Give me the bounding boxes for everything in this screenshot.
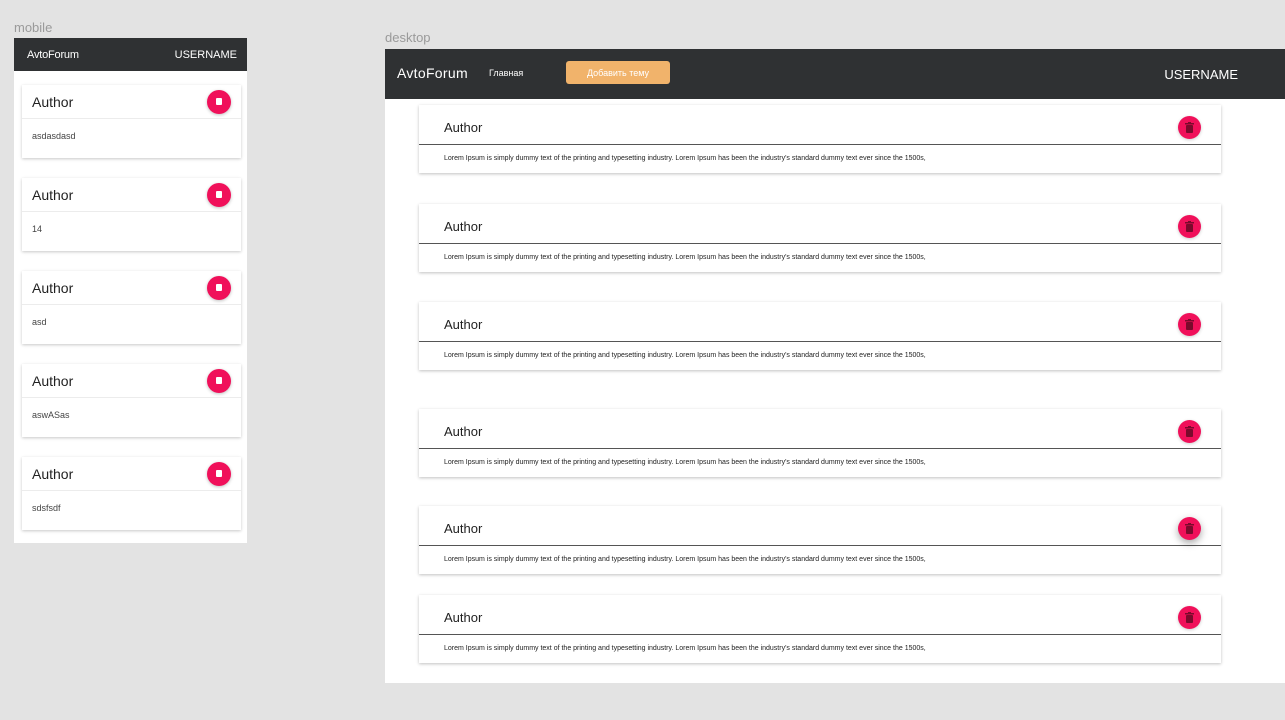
desktop-brand-logo[interactable]: AvtoForum	[397, 65, 468, 81]
mobile-post-header: Author	[22, 85, 241, 119]
mobile-frame: AvtoForum USERNAME Author asdasdasd Auth…	[14, 38, 247, 543]
desktop-post-card: Author Lorem Ipsum is simply dummy text …	[419, 105, 1221, 173]
delete-post-button[interactable]	[207, 275, 231, 300]
mobile-frame-label: mobile	[14, 20, 53, 35]
desktop-username[interactable]: USERNAME	[1164, 67, 1238, 82]
trash-icon	[1185, 319, 1194, 330]
post-text: asd	[32, 317, 47, 327]
desktop-post-header: Author	[419, 409, 1221, 449]
post-author: Author	[444, 610, 483, 625]
post-text: aswASas	[32, 410, 70, 420]
desktop-frame-label: desktop	[385, 30, 431, 45]
delete-post-button[interactable]	[207, 461, 231, 486]
delete-post-button[interactable]	[1178, 420, 1201, 443]
post-text: Lorem Ipsum is simply dummy text of the …	[444, 645, 926, 652]
delete-post-button[interactable]	[207, 182, 231, 207]
delete-post-button[interactable]	[1178, 116, 1201, 139]
desktop-frame: AvtoForum Главная Добавить тему USERNAME…	[385, 49, 1285, 683]
mobile-post-header: Author	[22, 178, 241, 212]
post-text: 14	[32, 224, 43, 234]
mobile-post-card: Author asd	[22, 271, 241, 344]
desktop-post-header: Author	[419, 302, 1221, 342]
trash-icon	[216, 377, 222, 384]
mobile-post-header: Author	[22, 271, 241, 305]
desktop-post-header: Author	[419, 105, 1221, 145]
mobile-header: AvtoForum USERNAME	[14, 38, 247, 71]
trash-icon	[216, 470, 222, 477]
post-author: Author	[32, 465, 74, 482]
trash-icon	[1185, 122, 1194, 133]
post-author: Author	[444, 317, 483, 332]
desktop-post-header: Author	[419, 506, 1221, 546]
trash-icon	[1185, 221, 1194, 232]
desktop-post-card: Author Lorem Ipsum is simply dummy text …	[419, 409, 1221, 477]
mobile-post-card: Author aswASas	[22, 364, 241, 437]
mobile-post-card: Author 14	[22, 178, 241, 251]
desktop-post-card: Author Lorem Ipsum is simply dummy text …	[419, 506, 1221, 574]
mobile-username[interactable]: USERNAME	[175, 49, 237, 61]
post-text: Lorem Ipsum is simply dummy text of the …	[444, 459, 926, 466]
trash-icon	[1185, 426, 1194, 437]
add-topic-button[interactable]: Добавить тему	[566, 61, 670, 84]
mobile-post-header: Author	[22, 364, 241, 398]
post-text: Lorem Ipsum is simply dummy text of the …	[444, 155, 926, 162]
mobile-post-header: Author	[22, 457, 241, 491]
post-author: Author	[444, 424, 483, 439]
trash-icon	[1185, 612, 1194, 623]
post-text: Lorem Ipsum is simply dummy text of the …	[444, 352, 926, 359]
mobile-post-card: Author sdsfsdf	[22, 457, 241, 530]
nav-link-main[interactable]: Главная	[489, 68, 523, 78]
mobile-post-list: Author asdasdasd Author 14 Author asd Au…	[14, 71, 247, 530]
post-author: Author	[32, 279, 74, 296]
mobile-brand-logo[interactable]: AvtoForum	[27, 49, 79, 61]
trash-icon	[216, 284, 222, 291]
delete-post-button[interactable]	[207, 368, 231, 393]
desktop-post-card: Author Lorem Ipsum is simply dummy text …	[419, 302, 1221, 370]
delete-post-button[interactable]	[1178, 606, 1201, 629]
desktop-header: AvtoForum Главная Добавить тему USERNAME	[385, 49, 1285, 99]
post-author: Author	[32, 186, 74, 203]
desktop-post-header: Author	[419, 595, 1221, 635]
post-author: Author	[32, 372, 74, 389]
post-text: asdasdasd	[32, 131, 76, 141]
desktop-post-card: Author Lorem Ipsum is simply dummy text …	[419, 595, 1221, 663]
post-author: Author	[444, 120, 483, 135]
post-text: Lorem Ipsum is simply dummy text of the …	[444, 254, 926, 261]
desktop-post-card: Author Lorem Ipsum is simply dummy text …	[419, 204, 1221, 272]
trash-icon	[216, 98, 222, 105]
desktop-post-header: Author	[419, 204, 1221, 244]
delete-post-button[interactable]	[1178, 215, 1201, 238]
delete-post-button[interactable]	[207, 89, 231, 114]
trash-icon	[1185, 523, 1194, 534]
delete-post-button[interactable]	[1178, 517, 1201, 540]
post-author: Author	[444, 219, 483, 234]
trash-icon	[216, 191, 222, 198]
post-text: Lorem Ipsum is simply dummy text of the …	[444, 556, 926, 563]
post-author: Author	[32, 93, 74, 110]
post-text: sdsfsdf	[32, 503, 61, 513]
mobile-post-card: Author asdasdasd	[22, 85, 241, 158]
post-author: Author	[444, 521, 483, 536]
delete-post-button[interactable]	[1178, 313, 1201, 336]
